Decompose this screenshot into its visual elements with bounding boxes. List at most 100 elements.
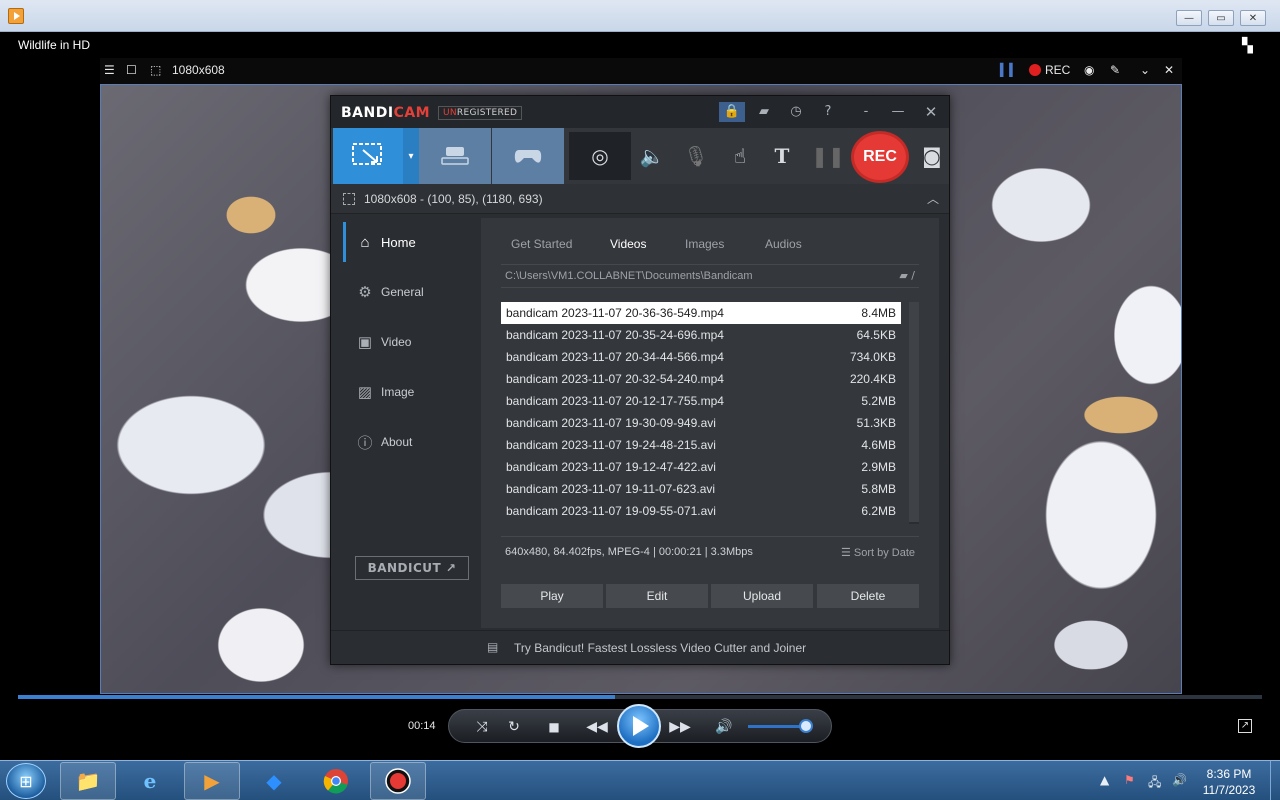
chrome-taskbar-icon[interactable] bbox=[308, 762, 364, 800]
camera-icon[interactable]: ◉ bbox=[1084, 63, 1094, 77]
tab-videos[interactable]: Videos bbox=[610, 237, 646, 251]
close-frame-icon[interactable]: ✕ bbox=[1164, 63, 1174, 77]
webcam-off-icon[interactable]: ◎ bbox=[583, 140, 617, 172]
action-center-icon[interactable]: ⚑ bbox=[1124, 773, 1135, 787]
start-button[interactable]: ⊞ bbox=[6, 763, 46, 799]
image-icon: ▨ bbox=[357, 384, 373, 401]
pencil-icon[interactable]: ✎ bbox=[1110, 63, 1120, 77]
previous-icon[interactable]: ◀◀ bbox=[586, 718, 608, 736]
lock-icon[interactable]: 🔒 bbox=[719, 102, 745, 122]
chrome-icon bbox=[323, 769, 348, 794]
file-row[interactable]: bandicam 2023-11-07 19-09-55-071.avi 6.2M… bbox=[501, 500, 901, 522]
tab-audios[interactable]: Audios bbox=[765, 237, 802, 251]
volume-knob[interactable] bbox=[799, 719, 813, 733]
game-mode-button[interactable] bbox=[492, 128, 564, 184]
delete-button[interactable]: Delete bbox=[817, 584, 919, 608]
folder-icon[interactable]: ▰ bbox=[751, 102, 777, 122]
collapse-chevron-icon[interactable]: ︿ bbox=[927, 190, 939, 207]
rec-button[interactable]: REC bbox=[851, 131, 909, 183]
clock-icon[interactable]: ◷ bbox=[783, 102, 809, 122]
show-desktop-button[interactable] bbox=[1270, 761, 1280, 800]
sort-by-date-button[interactable]: ☰ Sort by Date bbox=[841, 546, 915, 559]
mode-dropdown-arrow[interactable]: ▾ bbox=[403, 128, 419, 184]
file-row[interactable]: bandicam 2023-11-07 20-35-24-696.mp4 64.5… bbox=[501, 324, 901, 346]
minimize-button[interactable]: — bbox=[1176, 10, 1202, 26]
taskbar: ⊞ 📁 e ▶ ◆ ▲ ⚑ 🖧 🔊 8:36 PM 11/7/2023 bbox=[0, 760, 1280, 800]
text-overlay-icon[interactable]: T bbox=[765, 140, 799, 172]
chevron-down-icon[interactable]: ⌄ bbox=[1140, 63, 1150, 77]
sidebar-item-home[interactable]: ⌂ Home bbox=[343, 222, 481, 262]
unregistered-badge[interactable]: UNREGISTERED bbox=[438, 106, 523, 120]
help-icon[interactable]: ? bbox=[815, 102, 841, 122]
tray-expand-icon[interactable]: ▲ bbox=[1100, 773, 1109, 787]
file-row[interactable]: bandicam 2023-11-07 20-12-17-755.mp4 5.2M… bbox=[501, 390, 901, 412]
screen-mode-button[interactable] bbox=[333, 128, 403, 184]
speaker-icon[interactable]: 🔈 bbox=[635, 140, 669, 172]
network-icon[interactable]: 🖧 bbox=[1148, 773, 1161, 794]
tab-get-started[interactable]: Get Started bbox=[511, 237, 572, 251]
switch-to-library-icon[interactable]: ▚ bbox=[1242, 38, 1260, 54]
screen-rect-icon bbox=[352, 143, 382, 165]
volume-tray-icon[interactable]: 🔊 bbox=[1172, 773, 1187, 787]
sidebar-item-image[interactable]: ▨ Image bbox=[343, 372, 481, 412]
file-row[interactable]: bandicam 2023-11-07 20-32-54-240.mp4 220.… bbox=[501, 368, 901, 390]
file-row[interactable]: bandicam 2023-11-07 19-24-48-215.avi 4.6M… bbox=[501, 434, 901, 456]
area-select-icon[interactable] bbox=[343, 193, 355, 205]
file-row[interactable]: bandicam 2023-11-07 19-30-09-949.avi 51.3… bbox=[501, 412, 901, 434]
explorer-taskbar-icon[interactable]: 📁 bbox=[60, 762, 116, 800]
internet-explorer-taskbar-icon[interactable]: e bbox=[122, 762, 178, 800]
file-info-bar: 640x480, 84.402fps, MPEG-4 | 00:00:21 | … bbox=[501, 536, 919, 564]
bandicam-taskbar-icon[interactable] bbox=[370, 762, 426, 800]
mic-off-icon[interactable]: 🎙 bbox=[679, 140, 713, 172]
hdmi-icon bbox=[441, 147, 469, 165]
video-icon: ▣ bbox=[357, 334, 373, 351]
system-clock[interactable]: 8:36 PM 11/7/2023 bbox=[1196, 766, 1262, 798]
screenshot-camera-icon[interactable]: ◙ bbox=[915, 140, 949, 172]
sidebar-item-about[interactable]: ⓘ About bbox=[343, 422, 481, 462]
edit-button[interactable]: Edit bbox=[606, 584, 708, 608]
bandicam-main-panel: Get Started Videos Images Audios C:\User… bbox=[481, 218, 939, 628]
file-row[interactable]: bandicam 2023-11-07 20-34-44-566.mp4 734.… bbox=[501, 346, 901, 368]
play-button[interactable]: Play bbox=[501, 584, 603, 608]
play-pause-button[interactable] bbox=[617, 704, 661, 748]
rec-indicator[interactable]: REC bbox=[1029, 63, 1070, 77]
upload-button[interactable]: Upload bbox=[711, 584, 813, 608]
bandicam-toolbar: ▾ ◎ 🔈 🎙 ☝ T ❚❚ REC ◙ bbox=[331, 128, 949, 184]
sidebar-item-video[interactable]: ▣ Video bbox=[343, 322, 481, 362]
elapsed-time: 00:14 bbox=[408, 720, 436, 732]
bandicam-minimize-icon[interactable]: — bbox=[885, 102, 911, 122]
stop-icon[interactable]: ■ bbox=[543, 718, 565, 736]
pause-icon[interactable]: ❚❚ bbox=[811, 140, 845, 172]
sidebar-item-general[interactable]: ⚙ General bbox=[343, 272, 481, 312]
next-icon[interactable]: ▶▶ bbox=[669, 718, 691, 736]
tab-images[interactable]: Images bbox=[685, 237, 724, 251]
select-area-icon[interactable]: ⬚ bbox=[150, 63, 161, 77]
file-row[interactable]: bandicam 2023-11-07 19-12-47-422.avi 2.9M… bbox=[501, 456, 901, 478]
open-folder-button[interactable]: ▰ / bbox=[899, 269, 915, 282]
menu-icon[interactable]: ☰ bbox=[104, 63, 115, 77]
scrollbar-thumb[interactable] bbox=[909, 302, 919, 522]
bandicam-menu-icon[interactable]: - bbox=[853, 102, 879, 122]
seek-bar[interactable] bbox=[18, 695, 1262, 699]
device-mode-button[interactable] bbox=[419, 128, 491, 184]
dropbox-taskbar-icon[interactable]: ◆ bbox=[246, 762, 302, 800]
file-row[interactable]: bandicam 2023-11-07 20-36-36-549.mp4 8.4M… bbox=[501, 302, 901, 324]
file-list-scrollbar[interactable] bbox=[909, 302, 919, 524]
chat-bubble-icon: ▤ bbox=[487, 640, 499, 654]
volume-slider[interactable] bbox=[748, 725, 806, 728]
cursor-effect-icon[interactable]: ☝ bbox=[723, 140, 757, 172]
switch-view-icon[interactable]: ↗ bbox=[1238, 719, 1252, 733]
fullscreen-frame-icon[interactable]: ☐ bbox=[126, 63, 137, 77]
bandicut-promo-link[interactable]: Try Bandicut! Fastest Lossless Video Cut… bbox=[514, 641, 806, 655]
seek-progress bbox=[18, 695, 615, 699]
shuffle-icon[interactable]: ⤨ bbox=[471, 718, 493, 736]
restore-button[interactable]: ▭ bbox=[1208, 10, 1234, 26]
mute-icon[interactable]: 🔊 bbox=[713, 718, 735, 736]
media-player-taskbar-icon[interactable]: ▶ bbox=[184, 762, 240, 800]
repeat-icon[interactable]: ↻ bbox=[503, 718, 525, 736]
bandicut-button[interactable]: BANDICUT ↗ bbox=[355, 556, 469, 580]
close-button[interactable]: ✕ bbox=[1240, 10, 1266, 26]
bandicam-close-icon[interactable]: ✕ bbox=[918, 102, 944, 122]
media-title: Wildlife in HD bbox=[18, 38, 91, 52]
file-row[interactable]: bandicam 2023-11-07 19-11-07-623.avi 5.8M… bbox=[501, 478, 901, 500]
